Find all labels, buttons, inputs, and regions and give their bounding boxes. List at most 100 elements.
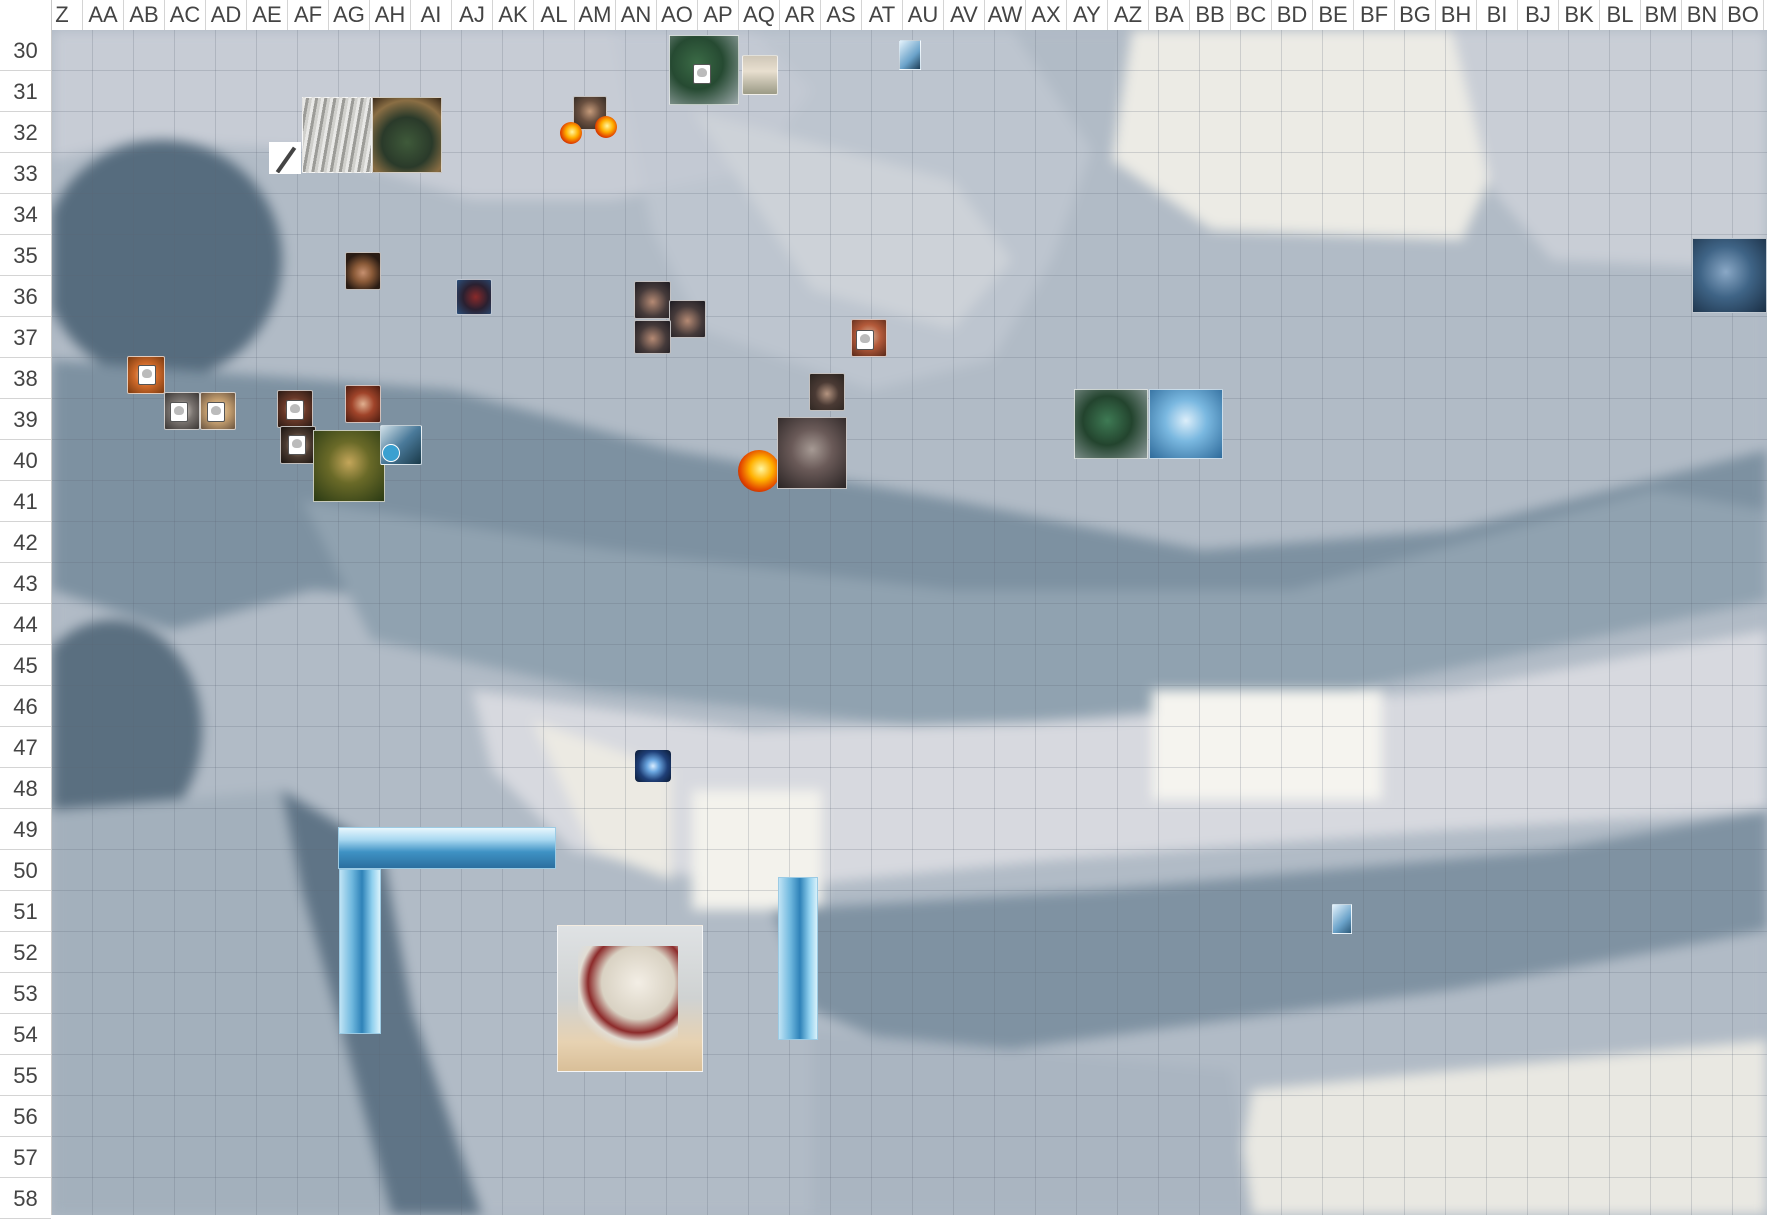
dark-hair-warrior-token[interactable]	[345, 252, 381, 290]
column-header-at[interactable]: AT	[862, 0, 903, 30]
row-header-42[interactable]: 42	[0, 522, 51, 563]
column-header-bm[interactable]: BM	[1641, 0, 1682, 30]
row-header-54[interactable]: 54	[0, 1014, 51, 1055]
column-header-af[interactable]: AF	[288, 0, 329, 30]
column-header-au[interactable]: AU	[903, 0, 944, 30]
staff-item-token[interactable]	[269, 142, 301, 174]
column-header-bd[interactable]: BD	[1272, 0, 1313, 30]
column-header-bk[interactable]: BK	[1559, 0, 1600, 30]
row-header-58[interactable]: 58	[0, 1178, 51, 1219]
row-header-56[interactable]: 56	[0, 1096, 51, 1137]
column-header-az[interactable]: AZ	[1108, 0, 1149, 30]
column-header-as[interactable]: AS	[821, 0, 862, 30]
row-header-30[interactable]: 30	[0, 30, 51, 71]
row-header-50[interactable]: 50	[0, 850, 51, 891]
column-header-ax[interactable]: AX	[1026, 0, 1067, 30]
column-header-ao[interactable]: AO	[657, 0, 698, 30]
red-bearded-dwarf-token[interactable]	[345, 385, 381, 423]
column-header-ac[interactable]: AC	[165, 0, 206, 30]
column-header-bj[interactable]: BJ	[1518, 0, 1559, 30]
column-header-aa[interactable]: AA	[83, 0, 124, 30]
gray-warg-token[interactable]	[302, 97, 372, 173]
column-header-aq[interactable]: AQ	[739, 0, 780, 30]
swamp-creature-token[interactable]	[313, 430, 385, 502]
column-header-ay[interactable]: AY	[1067, 0, 1108, 30]
row-header-37[interactable]: 37	[0, 317, 51, 358]
battle-map[interactable]	[52, 30, 1767, 1215]
row-header-49[interactable]: 49	[0, 809, 51, 850]
column-header-ap[interactable]: AP	[698, 0, 739, 30]
skull-marker-icon	[286, 400, 304, 420]
column-header-ai[interactable]: AI	[411, 0, 452, 30]
column-header-bh[interactable]: BH	[1436, 0, 1477, 30]
cavern-map-background	[52, 30, 1767, 1215]
skull-marker-icon	[288, 435, 306, 455]
row-header-48[interactable]: 48	[0, 768, 51, 809]
arrow-compass-icon	[382, 444, 400, 462]
column-header-bl[interactable]: BL	[1600, 0, 1641, 30]
row-header-55[interactable]: 55	[0, 1055, 51, 1096]
hooded-figure-token[interactable]	[456, 279, 492, 315]
row-header-38[interactable]: 38	[0, 358, 51, 399]
orc-brute-token[interactable]	[777, 417, 847, 489]
ice-wall-vertical-left[interactable]	[339, 869, 381, 1034]
row-header-53[interactable]: 53	[0, 973, 51, 1014]
column-header-ar[interactable]: AR	[780, 0, 821, 30]
blue-ice-creature-token[interactable]	[1692, 238, 1767, 313]
column-header-ak[interactable]: AK	[493, 0, 534, 30]
young-man-token[interactable]	[634, 320, 671, 354]
ice-wall-horizontal[interactable]	[338, 827, 556, 869]
column-header-am[interactable]: AM	[575, 0, 616, 30]
white-dragon-figure-token[interactable]	[557, 925, 703, 1072]
column-header-ab[interactable]: AB	[124, 0, 165, 30]
row-header-40[interactable]: 40	[0, 440, 51, 481]
ice-wall-vertical-right[interactable]	[778, 877, 818, 1040]
select-all-corner[interactable]	[0, 0, 52, 30]
column-header-an[interactable]: AN	[616, 0, 657, 30]
column-header-aj[interactable]: AJ	[452, 0, 493, 30]
scrying-eye-token[interactable]	[635, 750, 671, 782]
column-header-bc[interactable]: BC	[1231, 0, 1272, 30]
column-header-ba[interactable]: BA	[1149, 0, 1190, 30]
frost-yeti-token[interactable]	[1149, 389, 1223, 459]
row-header-57[interactable]: 57	[0, 1137, 51, 1178]
column-header-ad[interactable]: AD	[206, 0, 247, 30]
row-header-47[interactable]: 47	[0, 727, 51, 768]
column-header-bf[interactable]: BF	[1354, 0, 1395, 30]
column-header-aw[interactable]: AW	[985, 0, 1026, 30]
row-header-44[interactable]: 44	[0, 604, 51, 645]
row-header-46[interactable]: 46	[0, 686, 51, 727]
row-header-45[interactable]: 45	[0, 645, 51, 686]
green-dragon-head-token[interactable]	[1074, 389, 1148, 459]
column-header-ae[interactable]: AE	[247, 0, 288, 30]
column-header-al[interactable]: AL	[534, 0, 575, 30]
young-man-token[interactable]	[634, 281, 671, 319]
elf-woman-token[interactable]	[742, 55, 778, 95]
row-header-39[interactable]: 39	[0, 399, 51, 440]
row-header-36[interactable]: 36	[0, 276, 51, 317]
skull-marker-icon	[693, 64, 711, 84]
row-header-32[interactable]: 32	[0, 112, 51, 153]
column-header-bb[interactable]: BB	[1190, 0, 1231, 30]
row-header-35[interactable]: 35	[0, 235, 51, 276]
witch-hat-token[interactable]	[809, 373, 845, 411]
row-header-43[interactable]: 43	[0, 563, 51, 604]
column-header-be[interactable]: BE	[1313, 0, 1354, 30]
column-header-bg[interactable]: BG	[1395, 0, 1436, 30]
column-header-av[interactable]: AV	[944, 0, 985, 30]
row-header-41[interactable]: 41	[0, 481, 51, 522]
column-header-ag[interactable]: AG	[329, 0, 370, 30]
column-header-bi[interactable]: BI	[1477, 0, 1518, 30]
column-header-ah[interactable]: AH	[370, 0, 411, 30]
young-man-token[interactable]	[669, 300, 706, 338]
row-header-52[interactable]: 52	[0, 932, 51, 973]
horned-orc-token[interactable]	[372, 97, 442, 173]
row-header-51[interactable]: 51	[0, 891, 51, 932]
row-header-33[interactable]: 33	[0, 153, 51, 194]
row-header-31[interactable]: 31	[0, 71, 51, 112]
row-header-34[interactable]: 34	[0, 194, 51, 235]
column-header-bo[interactable]: BO	[1723, 0, 1764, 30]
column-header-bn[interactable]: BN	[1682, 0, 1723, 30]
ice-shard-token[interactable]	[1332, 904, 1352, 934]
ice-shard-token[interactable]	[899, 40, 921, 70]
